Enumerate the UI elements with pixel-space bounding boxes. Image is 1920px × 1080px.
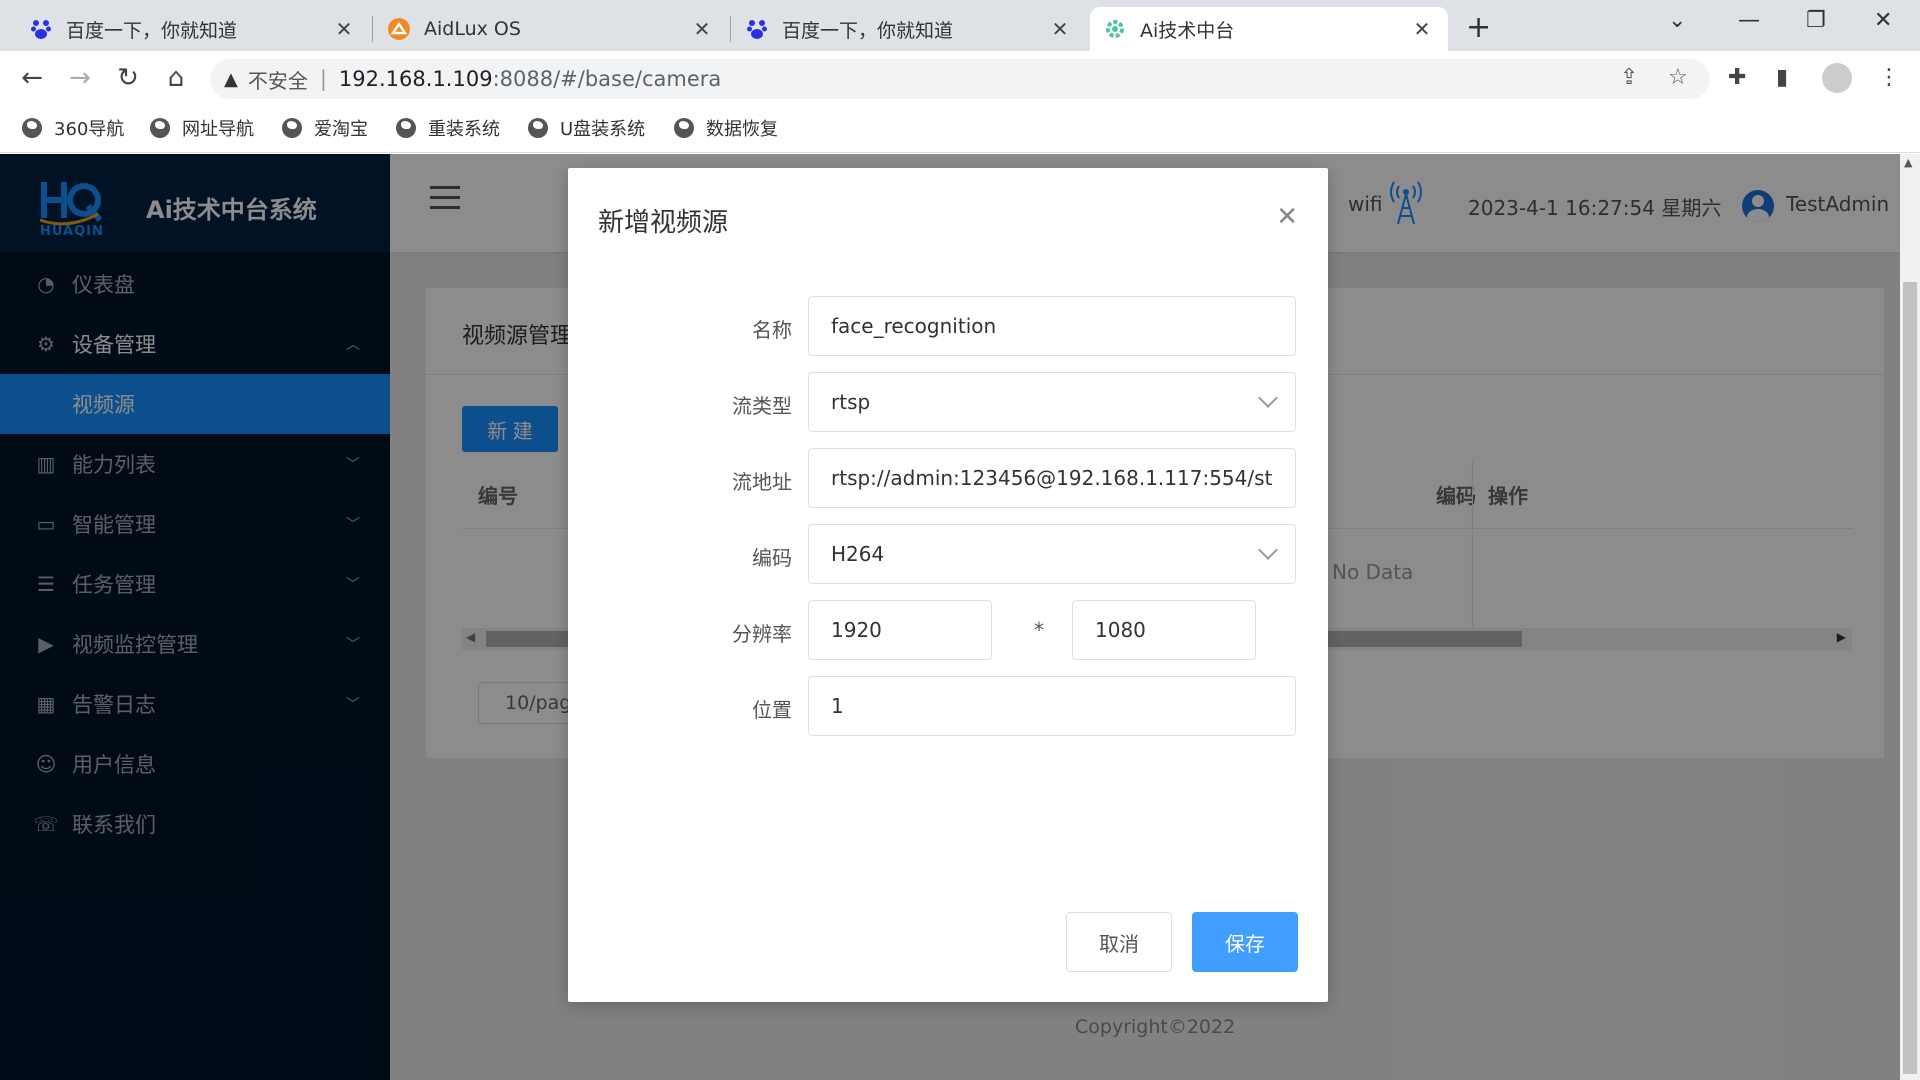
url-path: :8088/#/base/camera — [492, 67, 722, 91]
resolution-height-input[interactable] — [1072, 600, 1256, 660]
extensions-icon[interactable]: ✚ — [1728, 65, 1746, 90]
window-close-icon[interactable]: ✕ — [1874, 8, 1892, 33]
close-icon[interactable]: ✕ — [1048, 17, 1072, 41]
dialog-title: 新增视频源 — [598, 208, 729, 238]
side-panel-icon[interactable]: ▮ — [1776, 65, 1788, 90]
globe-icon — [282, 118, 302, 138]
globe-icon — [528, 118, 548, 138]
position-input[interactable] — [808, 676, 1296, 736]
stream-url-label: 流地址 — [732, 470, 792, 494]
bookmark-label: 重装系统 — [428, 119, 500, 140]
stream-type-label: 流类型 — [732, 394, 792, 418]
save-button[interactable]: 保存 — [1192, 912, 1298, 972]
more-menu-icon[interactable]: ⋮ — [1878, 65, 1900, 90]
resolution-width-input[interactable] — [808, 600, 992, 660]
close-icon[interactable]: ✕ — [1410, 17, 1434, 41]
new-tab-icon[interactable]: + — [1466, 10, 1491, 45]
share-icon[interactable]: ⇪ — [1620, 65, 1638, 90]
name-input[interactable] — [808, 296, 1296, 356]
encoding-label: 编码 — [752, 546, 792, 570]
encoding-select[interactable]: H264 — [808, 524, 1296, 584]
browser-tab-3[interactable]: 百度一下，你就知道 ✕ — [732, 7, 1086, 51]
bookmark-item[interactable]: 爱淘宝 — [282, 115, 368, 141]
bookmark-item[interactable]: 360导航 — [22, 115, 124, 141]
resolution-separator: * — [1034, 618, 1044, 642]
cancel-button[interactable]: 取消 — [1066, 912, 1172, 972]
browser-tab-1[interactable]: 百度一下，你就知道 ✕ — [16, 7, 370, 51]
globe-icon — [22, 118, 42, 138]
position-label: 位置 — [752, 698, 792, 722]
chevron-down-icon — [1258, 540, 1278, 560]
forward-icon[interactable]: → — [64, 63, 96, 93]
tab-title: Ai技术中台 — [1140, 19, 1235, 42]
chevron-down-icon — [1258, 388, 1278, 408]
minimize-icon[interactable]: — — [1738, 8, 1760, 33]
bookmarks-bar: 360导航 网址导航 爱淘宝 重装系统 U盘装系统 数据恢复 — [0, 107, 1920, 153]
stream-type-value: rtsp — [831, 390, 871, 414]
scroll-up-icon[interactable]: ▲ — [1904, 156, 1912, 169]
page-vertical-scrollbar[interactable]: ▲ — [1900, 154, 1920, 1080]
bookmark-label: 网址导航 — [182, 119, 254, 140]
tab-separator — [372, 16, 373, 42]
bookmark-item[interactable]: U盘装系统 — [528, 115, 645, 141]
bookmark-label: 爱淘宝 — [314, 119, 368, 140]
baidu-icon — [30, 18, 52, 40]
aidlux-icon — [388, 18, 410, 40]
encoding-value: H264 — [831, 542, 885, 566]
gear-favicon-icon — [1104, 18, 1126, 40]
browser-toolbar: ← → ↻ ⌂ ▲ 不安全 | 192.168.1.109 :8088/#/ba… — [0, 51, 1920, 107]
tab-title: AidLux OS — [424, 18, 521, 40]
page-viewport: HUAQIN Ai技术中台系统 ◔ 仪表盘 ⚙ 设备管理 ︿ 视频源 ▥ 能力列… — [0, 154, 1900, 1080]
address-divider: | — [319, 67, 327, 91]
browser-tab-active[interactable]: Ai技术中台 ✕ — [1090, 7, 1448, 51]
home-icon[interactable]: ⌂ — [160, 63, 192, 93]
browser-tab-bar: 百度一下，你就知道 ✕ AidLux OS ✕ 百度一下，你就知道 ✕ Ai技术… — [0, 0, 1920, 51]
bookmark-item[interactable]: 网址导航 — [150, 115, 254, 141]
scroll-thumb[interactable] — [1903, 282, 1917, 1074]
bookmark-label: 数据恢复 — [706, 119, 778, 140]
security-label: 不安全 — [247, 68, 308, 93]
name-label: 名称 — [752, 318, 792, 342]
address-bar[interactable]: ▲ 不安全 | 192.168.1.109 :8088/#/base/camer… — [210, 59, 1710, 99]
globe-icon — [674, 118, 694, 138]
tab-separator — [730, 16, 731, 42]
close-icon[interactable]: ✕ — [1276, 202, 1298, 232]
tab-search-chevron-icon[interactable]: ⌄ — [1668, 8, 1686, 33]
bookmark-label: 360导航 — [54, 119, 125, 140]
baidu-icon — [746, 18, 768, 40]
close-icon[interactable]: ✕ — [332, 17, 356, 41]
bookmark-item[interactable]: 重装系统 — [396, 115, 500, 141]
tab-title: 百度一下，你就知道 — [66, 19, 238, 42]
profile-icon[interactable] — [1822, 63, 1852, 93]
globe-icon — [396, 118, 416, 138]
stream-type-select[interactable]: rtsp — [808, 372, 1296, 432]
stream-url-input[interactable] — [808, 448, 1296, 508]
back-icon[interactable]: ← — [16, 63, 48, 93]
close-icon[interactable]: ✕ — [690, 17, 714, 41]
bookmark-label: U盘装系统 — [560, 119, 646, 140]
url-host: 192.168.1.109 — [338, 67, 493, 91]
restore-icon[interactable]: ❐ — [1806, 8, 1826, 33]
resolution-label: 分辨率 — [732, 622, 792, 646]
bookmark-star-icon[interactable]: ☆ — [1668, 65, 1688, 90]
globe-icon — [150, 118, 170, 138]
warning-icon: ▲ — [224, 68, 238, 90]
tab-title: 百度一下，你就知道 — [782, 19, 954, 42]
bookmark-item[interactable]: 数据恢复 — [674, 115, 778, 141]
browser-tab-2[interactable]: AidLux OS ✕ — [374, 7, 728, 51]
add-video-source-dialog: 新增视频源 ✕ 名称 流类型 rtsp 流地址 编码 H264 分辨率 * 位置… — [568, 168, 1328, 1002]
reload-icon[interactable]: ↻ — [112, 63, 144, 93]
